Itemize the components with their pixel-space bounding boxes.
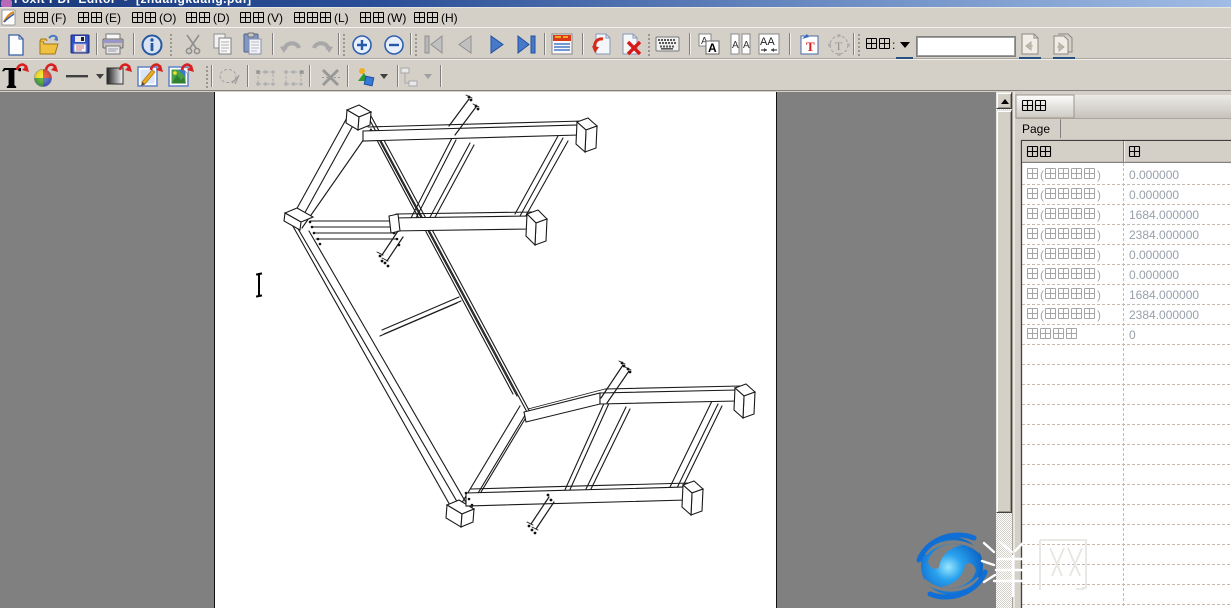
- svg-text:(: (: [1040, 288, 1044, 302]
- svg-text:): ): [1097, 288, 1101, 302]
- svg-text:(D): (D): [213, 11, 230, 25]
- svg-text:(: (: [1040, 208, 1044, 222]
- svg-text:(W): (W): [387, 11, 406, 25]
- svg-text:1684.000000: 1684.000000: [1129, 288, 1199, 302]
- svg-text:(V): (V): [267, 11, 283, 25]
- svg-text:0.000000: 0.000000: [1129, 248, 1179, 262]
- svg-text:(: (: [1040, 308, 1044, 322]
- svg-text::: :: [892, 38, 895, 52]
- svg-text:): ): [1097, 268, 1101, 282]
- svg-text:A: A: [708, 41, 717, 55]
- svg-text:0.000000: 0.000000: [1129, 188, 1179, 202]
- svg-text:(F): (F): [51, 11, 66, 25]
- svg-text:T: T: [806, 39, 815, 54]
- svg-text:0: 0: [1129, 328, 1136, 342]
- svg-text:2384.000000: 2384.000000: [1129, 228, 1199, 242]
- svg-text:T: T: [835, 39, 843, 53]
- svg-text:(: (: [1040, 188, 1044, 202]
- svg-text:1684.000000: 1684.000000: [1129, 208, 1199, 222]
- svg-text:0.000000: 0.000000: [1129, 168, 1179, 182]
- svg-text:(: (: [1040, 168, 1044, 182]
- svg-text:A: A: [732, 40, 739, 51]
- svg-text:A: A: [743, 40, 750, 51]
- svg-text:Page: Page: [1022, 122, 1050, 136]
- svg-text:): ): [1097, 208, 1101, 222]
- svg-text:(E): (E): [105, 11, 121, 25]
- svg-text:): ): [1097, 248, 1101, 262]
- svg-text:(: (: [1040, 248, 1044, 262]
- svg-text:(O): (O): [159, 11, 176, 25]
- svg-text:2384.000000: 2384.000000: [1129, 308, 1199, 322]
- svg-text:AA: AA: [760, 36, 775, 48]
- svg-text:): ): [1097, 188, 1101, 202]
- svg-text:0.000000: 0.000000: [1129, 268, 1179, 282]
- svg-text:): ): [1097, 228, 1101, 242]
- svg-text:): ): [1097, 168, 1101, 182]
- svg-text:(: (: [1040, 228, 1044, 242]
- svg-text:(L): (L): [334, 11, 349, 25]
- svg-text:(: (: [1040, 268, 1044, 282]
- svg-text:(H): (H): [441, 11, 458, 25]
- svg-text:): ): [1097, 308, 1101, 322]
